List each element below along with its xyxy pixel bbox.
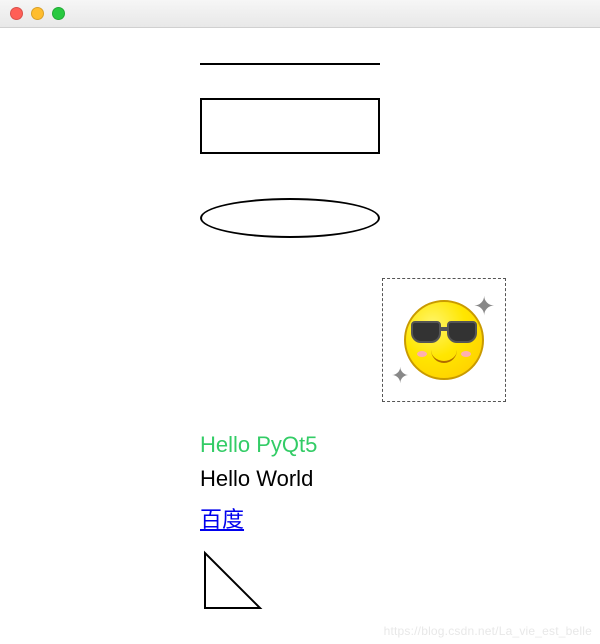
painted-line [200, 63, 380, 65]
sparkle-icon: ✦ [391, 365, 409, 387]
drawing-canvas: ✦ ✦ Hello PyQt5 Hello World 百度 https://b… [0, 28, 600, 644]
painted-triangle [200, 548, 270, 618]
sparkle-icon: ✦ [473, 293, 495, 319]
window-titlebar [0, 0, 600, 28]
window-close-button[interactable] [10, 7, 23, 20]
watermark-text: https://blog.csdn.net/La_vie_est_belle [384, 624, 592, 638]
painted-ellipse [200, 198, 380, 238]
cool-emoji-icon: ✦ ✦ [399, 295, 489, 385]
window-minimize-button[interactable] [31, 7, 44, 20]
pixmap-frame: ✦ ✦ [382, 278, 506, 402]
plain-text-label: Hello World [200, 466, 313, 492]
painted-rectangle [200, 98, 380, 154]
hyperlink-label[interactable]: 百度 [200, 502, 244, 534]
colored-text-label: Hello PyQt5 [200, 432, 317, 458]
window-maximize-button[interactable] [52, 7, 65, 20]
